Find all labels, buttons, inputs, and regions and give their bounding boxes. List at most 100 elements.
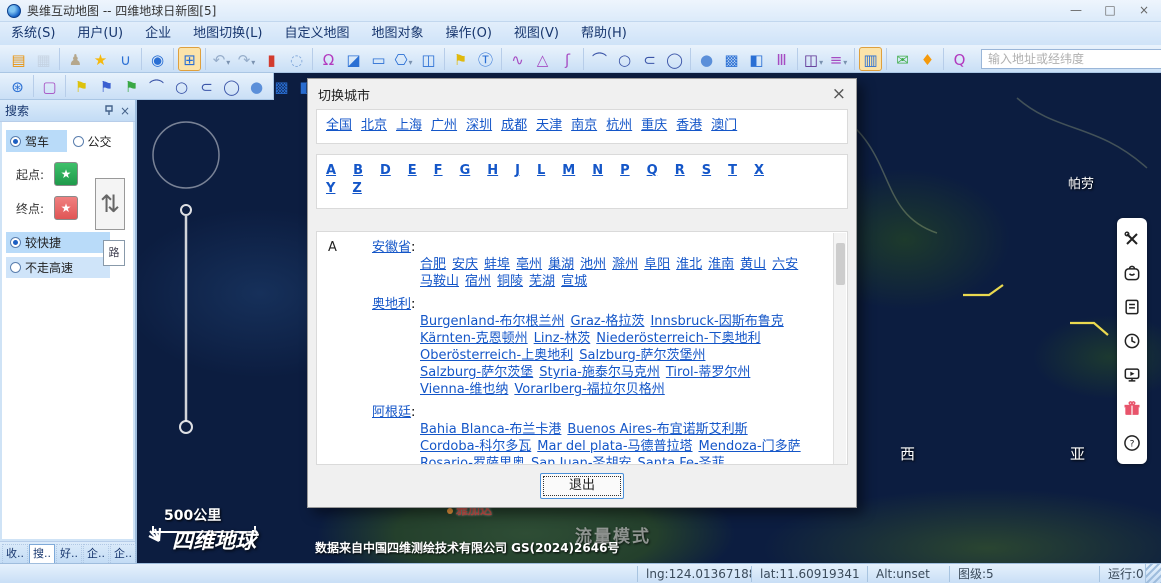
sidebar-tab[interactable]: 好..: [56, 544, 82, 563]
filled-rect-icon[interactable]: ▩: [720, 47, 743, 71]
city-link[interactable]: 六安: [772, 257, 798, 272]
sidebar-tab[interactable]: 企..: [83, 544, 109, 563]
city-link[interactable]: 淮北: [676, 257, 702, 272]
city-link[interactable]: Niederösterreich-下奥地利: [596, 331, 760, 346]
hot-city-link[interactable]: 澳门: [711, 118, 737, 133]
city-link[interactable]: Salzburg-萨尔茨堡州: [579, 348, 705, 363]
route-plan-icon[interactable]: 路: [103, 240, 125, 266]
close-panel-icon[interactable]: ×: [120, 104, 130, 118]
menu-item[interactable]: 帮助(H): [570, 22, 638, 45]
ellipse-icon[interactable]: ◯: [663, 47, 686, 71]
alphabet-letter-link[interactable]: Z: [352, 181, 361, 196]
city-link[interactable]: Kärnten-克恩顿州: [420, 331, 528, 346]
alphabet-letter-link[interactable]: B: [353, 163, 363, 178]
alphabet-letter-link[interactable]: P: [620, 163, 630, 178]
sidebar-toggle-icon[interactable]: ▥: [859, 47, 882, 71]
help-icon[interactable]: ?: [1117, 426, 1147, 460]
hot-city-link[interactable]: 深圳: [466, 118, 492, 133]
redo-icon[interactable]: ↷: [235, 47, 258, 71]
pin-green-icon[interactable]: ⚑: [120, 74, 143, 98]
alphabet-letter-link[interactable]: E: [408, 163, 417, 178]
city-link[interactable]: 黄山: [740, 257, 766, 272]
alphabet-letter-link[interactable]: J: [515, 163, 520, 178]
alphabet-letter-link[interactable]: L: [537, 163, 545, 178]
city-link[interactable]: 阜阳: [644, 257, 670, 272]
list-settings-icon[interactable]: ≡: [827, 47, 850, 71]
track-route-icon[interactable]: ∪: [114, 47, 137, 71]
city-link[interactable]: Santa Fe-圣菲: [638, 456, 725, 465]
alphabet-letter-link[interactable]: G: [460, 163, 471, 178]
hot-city-link[interactable]: 天津: [536, 118, 562, 133]
alphabet-letter-link[interactable]: T: [728, 163, 737, 178]
pin-blue-icon[interactable]: ⚑: [95, 74, 118, 98]
alphabet-letter-link[interactable]: F: [434, 163, 443, 178]
route-preference-option[interactable]: 较快捷: [6, 232, 110, 253]
hot-city-link[interactable]: 北京: [361, 118, 387, 133]
circle-icon[interactable]: ○: [613, 47, 636, 71]
delete-icon[interactable]: ▮: [260, 47, 283, 71]
city-link[interactable]: Buenos Aires-布宜诺斯艾利斯: [567, 422, 747, 437]
city-link[interactable]: Graz-格拉茨: [571, 314, 645, 329]
hot-city-link[interactable]: 重庆: [641, 118, 667, 133]
exit-button[interactable]: 退出: [540, 473, 624, 499]
filled-rect-icon[interactable]: ▩: [270, 74, 293, 98]
alphabet-letter-link[interactable]: R: [675, 163, 685, 178]
city-link[interactable]: Cordoba-科尔多瓦: [420, 439, 531, 454]
arc-icon[interactable]: ⌒: [588, 47, 611, 71]
alphabet-letter-link[interactable]: A: [326, 163, 336, 178]
region-link[interactable]: 阿根廷: [372, 405, 411, 420]
menu-item[interactable]: 地图对象: [361, 22, 435, 45]
lasso-select-icon[interactable]: ◌: [285, 47, 308, 71]
hot-city-link[interactable]: 杭州: [606, 118, 632, 133]
city-link[interactable]: 安庆: [452, 257, 478, 272]
notes-icon[interactable]: [1117, 290, 1147, 324]
dialog-close-icon[interactable]: ×: [832, 86, 846, 103]
map-3d-icon[interactable]: ◉: [146, 47, 169, 71]
sidebar-tab[interactable]: 搜..: [29, 544, 55, 563]
swap-points-button[interactable]: ⇅: [95, 178, 125, 230]
triangle-icon[interactable]: △: [531, 47, 554, 71]
city-link[interactable]: 合肥: [420, 257, 446, 272]
ellipse-icon[interactable]: ◯: [220, 74, 243, 98]
maximize-button[interactable]: □: [1093, 0, 1127, 21]
city-link[interactable]: 池州: [580, 257, 606, 272]
city-link[interactable]: Tirol-蒂罗尔州: [666, 365, 750, 380]
placemark-icon[interactable]: Ω: [317, 47, 340, 71]
menu-item[interactable]: 自定义地图: [273, 22, 360, 45]
city-link[interactable]: Rosario-罗萨里奥: [420, 456, 525, 465]
city-link[interactable]: 宣城: [561, 274, 587, 289]
city-link[interactable]: 巢湖: [548, 257, 574, 272]
parallel-lines-icon[interactable]: Ⅲ: [770, 47, 793, 71]
hot-city-link[interactable]: 广州: [431, 118, 457, 133]
sidebar-tab[interactable]: 企..: [110, 544, 136, 563]
alphabet-letter-link[interactable]: D: [380, 163, 391, 178]
tools-icon[interactable]: [1117, 222, 1147, 256]
alphabet-letter-link[interactable]: N: [592, 163, 603, 178]
menu-item[interactable]: 视图(V): [503, 22, 570, 45]
polyline-icon[interactable]: ∿: [506, 47, 529, 71]
shop-icon[interactable]: [1117, 256, 1147, 290]
city-link[interactable]: 淮南: [708, 257, 734, 272]
menu-item[interactable]: 操作(O): [435, 22, 503, 45]
region-link[interactable]: 奥地利: [372, 297, 411, 312]
screen-share-icon[interactable]: [1117, 358, 1147, 392]
hot-city-link[interactable]: 香港: [676, 118, 702, 133]
filled-circle-icon[interactable]: ●: [695, 47, 718, 71]
minimize-button[interactable]: —: [1059, 0, 1093, 21]
city-link[interactable]: Vorarlberg-福拉尔贝格州: [514, 382, 664, 397]
open-file-icon[interactable]: ▤: [7, 47, 30, 71]
city-link[interactable]: 亳州: [516, 257, 542, 272]
city-link[interactable]: Linz-林茨: [534, 331, 591, 346]
address-search-input[interactable]: [981, 49, 1161, 69]
arc-icon[interactable]: ⌒: [145, 74, 168, 98]
hot-city-link[interactable]: 全国: [326, 118, 352, 133]
pin-panel-icon[interactable]: [104, 105, 114, 116]
city-link[interactable]: 铜陵: [497, 274, 523, 289]
menu-item[interactable]: 用户(U): [66, 22, 134, 45]
city-link[interactable]: Vienna-维也纳: [420, 382, 508, 397]
city-link[interactable]: Mendoza-门多萨: [699, 439, 801, 454]
city-link[interactable]: 马鞍山: [420, 274, 459, 289]
city-link[interactable]: 蚌埠: [484, 257, 510, 272]
adjust-region-icon[interactable]: ⊞: [178, 47, 201, 71]
start-point-button[interactable]: ★: [54, 162, 78, 186]
